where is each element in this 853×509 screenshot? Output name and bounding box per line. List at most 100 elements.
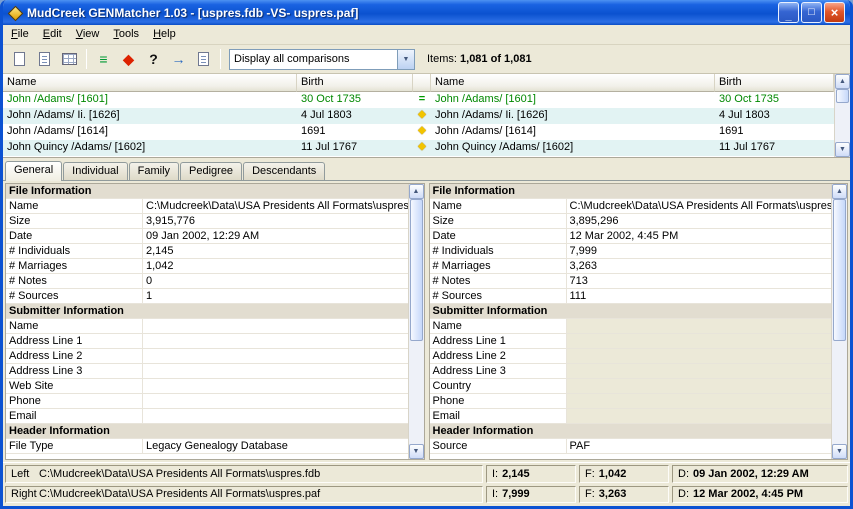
info-row: NameC:\Mudcreek\Data\USA Presidents All … [430,199,832,214]
chevron-down-icon: ▼ [403,56,410,63]
tab-general[interactable]: General [5,161,62,181]
info-value [143,364,408,378]
comparison-row[interactable]: John /Adams/ [1614]1691◆John /Adams/ [16… [3,124,834,140]
left-panel-scroll-down-button[interactable]: ▼ [409,444,424,459]
info-value: 3,915,776 [143,214,408,228]
right-panel-scrollbar[interactable]: ▲ ▼ [831,184,847,459]
left-panel-scroll-thumb[interactable] [410,199,423,341]
right-panel-scroll-track[interactable] [832,199,847,444]
info-row: Address Line 3 [6,364,408,379]
list-scroll-down-button[interactable]: ▼ [835,142,850,157]
menu-item-view[interactable]: View [69,26,107,43]
file-properties-button[interactable] [32,47,57,71]
info-label: # Sources [6,289,143,303]
right-birth-cell: 4 Jul 1803 [715,108,834,124]
info-label: Address Line 1 [6,334,143,348]
info-value: 2,145 [143,244,408,258]
left-name-cell: John /Adams/ [1601] [3,92,297,108]
info-value [567,379,832,393]
show-unknown-button[interactable]: ? [141,47,166,71]
left-birth-column-header[interactable]: Birth [297,74,413,92]
tab-pedigree[interactable]: Pedigree [180,162,242,180]
status-file-cell: LeftC:\Mudcreek\Data\USA Presidents All … [5,465,483,483]
info-row: Email [6,409,408,424]
info-label: Country [430,379,567,393]
right-panel-scroll-down-button[interactable]: ▼ [832,444,847,459]
status-file-cell: RightC:\Mudcreek\Data\USA Presidents All… [5,486,483,504]
status-individuals-cell: I:7,999 [486,486,576,504]
menu-item-tools[interactable]: Tools [106,26,146,43]
right-panel-scroll-thumb[interactable] [833,199,846,341]
app-window: MudCreek GENMatcher 1.03 - [uspres.fdb -… [0,0,853,509]
new-file-button[interactable] [7,47,32,71]
left-panel-scroll-up-button[interactable]: ▲ [409,184,424,199]
match-status-icon: ◆ [413,108,431,124]
info-label: Phone [430,394,567,408]
info-value [143,409,408,423]
section-header-row: File Information [430,184,832,199]
tab-family[interactable]: Family [129,162,179,180]
match-column-header [413,74,431,92]
close-button[interactable]: × [824,2,845,23]
goto-match-button[interactable]: → [166,47,191,71]
info-value: 0 [143,274,408,288]
left-panel-scroll-track[interactable] [409,199,424,444]
status-field-value: 7,999 [502,488,530,500]
question-icon: ? [149,52,158,66]
left-name-column-header[interactable]: Name [3,74,297,92]
info-row: Name [430,319,832,334]
status-date-cell: D:09 Jan 2002, 12:29 AM [672,465,848,483]
list-scroll-up-button[interactable]: ▲ [835,74,850,89]
status-field-value: 09 Jan 2002, 12:29 AM [693,468,809,480]
info-row: # Notes713 [430,274,832,289]
info-value: 713 [567,274,832,288]
list-scroll-track[interactable] [835,89,850,142]
info-label: Address Line 1 [430,334,567,348]
tab-individual[interactable]: Individual [63,162,127,180]
status-field-value: 2,145 [502,468,530,480]
section-header-label: File Information [433,185,516,197]
red-diamond-icon: ◆ [123,52,134,66]
left-panel-scrollbar[interactable]: ▲ ▼ [408,184,424,459]
right-name-column-header[interactable]: Name [431,74,715,92]
grid-view-button[interactable] [57,47,82,71]
right-birth-column-header[interactable]: Birth [715,74,834,92]
right-file-panel: File Information NameC:\Mudcreek\Data\USA… [429,183,849,460]
list-vertical-scrollbar[interactable]: ▲ ▼ [834,74,850,157]
section-header-label: Submitter Information [9,305,124,317]
menu-item-file[interactable]: File [4,26,36,43]
status-families-cell: F:1,042 [579,465,669,483]
equal-lines-icon: ≡ [99,52,107,66]
minimize-button[interactable]: _ [778,2,799,23]
right-panel-scroll-up-button[interactable]: ▲ [832,184,847,199]
comparison-row[interactable]: John /Adams/ Ii. [1626]4 Jul 1803◆John /… [3,108,834,124]
right-name-cell: John /Adams/ Ii. [1626] [431,108,715,124]
info-label: # Individuals [430,244,567,258]
left-file-panel: File InformationNameC:\Mudcreek\Data\USA… [5,183,425,460]
show-conflicts-button[interactable]: ◆ [116,47,141,71]
list-scroll-thumb[interactable] [836,89,849,103]
info-value [567,334,832,348]
show-matches-button[interactable]: ≡ [91,47,116,71]
comparison-row[interactable]: John Quincy /Adams/ [1602]11 Jul 1767◆Jo… [3,140,834,156]
comparison-filter-select[interactable]: Display all comparisons ▼ [229,49,415,70]
combo-dropdown-button[interactable]: ▼ [397,50,414,69]
status-file-path: C:\Mudcreek\Data\USA Presidents All Form… [39,488,320,500]
detail-panels: File Information NameC:\Mudcreek\Data\USA… [3,180,850,462]
section-header-row: File Information [6,184,408,199]
info-label: Size [430,214,567,228]
tab-descendants[interactable]: Descendants [243,162,325,180]
menu-item-edit[interactable]: Edit [36,26,69,43]
info-label: Email [430,409,567,423]
info-label: File Type [6,439,143,453]
items-counter: Items: 1,081 of 1,081 [427,53,532,65]
toolbar: ≡ ◆? → Display all comparisons ▼ Items: 1,… [3,45,850,74]
maximize-button[interactable]: □ [801,2,822,23]
info-row: Address Line 3 [430,364,832,379]
info-row: Email [430,409,832,424]
left-birth-cell: 1691 [297,124,413,140]
report-button[interactable] [191,47,216,71]
menu-item-help[interactable]: Help [146,26,183,43]
right-birth-cell: 30 Oct 1735 [715,92,834,108]
comparison-row[interactable]: John /Adams/ [1601]30 Oct 1735=John /Ada… [3,92,834,108]
